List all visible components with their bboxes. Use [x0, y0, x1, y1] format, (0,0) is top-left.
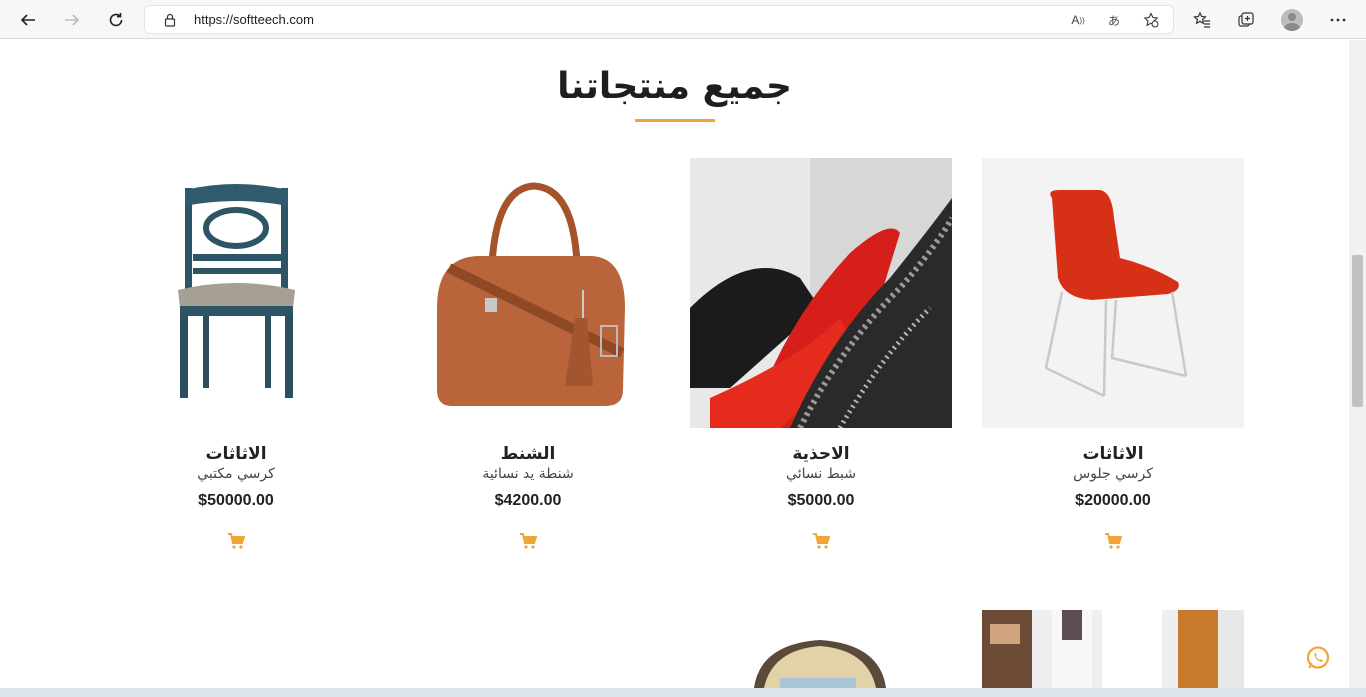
product-name[interactable]: شبط نسائي [690, 466, 952, 482]
add-to-cart-icon[interactable] [227, 532, 245, 550]
add-favorite-icon[interactable] [1142, 11, 1160, 29]
scrollbar-thumb[interactable] [1352, 255, 1363, 407]
refresh-icon [109, 13, 123, 27]
product-category[interactable]: الاثاثات [105, 444, 367, 464]
page-scrollbar[interactable] [1349, 40, 1366, 688]
collections-icon [1238, 12, 1254, 27]
product-price: $50000.00 [198, 492, 274, 509]
product-category[interactable]: الاحذية [690, 444, 952, 464]
whatsapp-icon[interactable] [1305, 645, 1331, 671]
product-image-red-chair[interactable] [982, 158, 1244, 428]
page-content: جميع منتجاتنا الاثاثات كرسي مكتبي $50000… [0, 40, 1349, 688]
read-aloud-label: A [1071, 13, 1080, 27]
avatar [1281, 9, 1303, 31]
product-price: $4200.00 [494, 492, 562, 509]
address-bar[interactable]: https://softteech.com A)) あ [144, 5, 1174, 34]
product-card[interactable]: الاثاثات كرسي جلوس $20000.00 [982, 158, 1244, 550]
forward-button[interactable] [59, 7, 85, 33]
product-name[interactable]: شنطة يد نسائية [397, 466, 659, 482]
title-underline [635, 119, 715, 122]
add-to-cart-icon[interactable] [519, 532, 537, 550]
product-card[interactable]: الاحذية شبط نسائي $5000.00 [690, 158, 952, 550]
product-card[interactable]: الشنط شنطة يد نسائية $4200.00 [397, 158, 659, 550]
forward-arrow-icon [65, 14, 80, 26]
product-price: $20000.00 [1075, 492, 1151, 509]
browser-toolbar: https://softteech.com A)) あ [0, 0, 1366, 39]
more-menu-button[interactable] [1325, 7, 1351, 33]
product-category[interactable]: الشنط [397, 444, 659, 464]
product-image-teal-chair[interactable] [105, 158, 367, 428]
lock-icon [164, 13, 176, 27]
product-image-heels[interactable] [690, 158, 952, 428]
url-text[interactable]: https://softteech.com [194, 12, 314, 27]
section-title: جميع منتجاتنا [557, 66, 792, 107]
favorites-icon [1193, 11, 1210, 28]
add-to-cart-icon[interactable] [812, 532, 830, 550]
collections-button[interactable] [1233, 7, 1259, 33]
more-icon [1330, 18, 1346, 22]
favorites-button[interactable] [1189, 7, 1215, 33]
product-image-living-room[interactable] [982, 610, 1244, 688]
product-image-handbag[interactable] [397, 158, 659, 428]
read-aloud-icon[interactable]: A)) [1069, 11, 1087, 29]
back-button[interactable] [15, 7, 41, 33]
product-category[interactable]: الاثاثات [982, 444, 1244, 464]
back-arrow-icon [20, 14, 35, 26]
refresh-button[interactable] [103, 7, 129, 33]
product-name[interactable]: كرسي جلوس [982, 466, 1244, 482]
add-to-cart-icon[interactable] [1104, 532, 1122, 550]
product-name[interactable]: كرسي مكتبي [105, 466, 367, 482]
bottom-bar [0, 688, 1366, 697]
translate-icon[interactable]: あ [1105, 11, 1123, 29]
product-price: $5000.00 [787, 492, 855, 509]
product-image-cushion-chair[interactable] [750, 638, 890, 688]
profile-button[interactable] [1279, 7, 1305, 33]
product-card[interactable]: الاثاثات كرسي مكتبي $50000.00 [105, 158, 367, 550]
